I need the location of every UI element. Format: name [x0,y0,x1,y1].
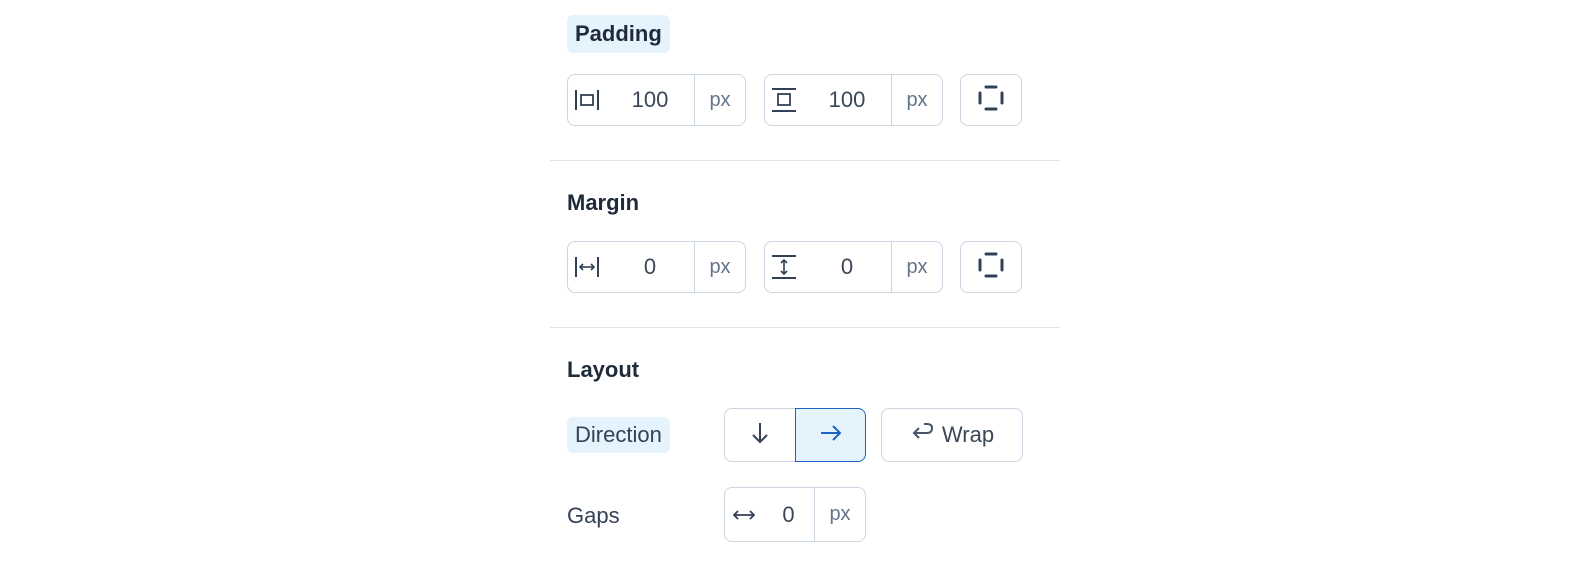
divider [550,160,1060,161]
padding-vertical-icon [765,75,803,125]
gap-field[interactable]: 0 px [724,487,866,542]
padding-vertical-value[interactable]: 100 [803,75,891,125]
margin-title: Margin [567,190,640,215]
padding-horizontal-icon [568,75,606,125]
divider [550,327,1060,328]
margin-horizontal-icon [568,242,606,292]
margin-horizontal-field[interactable]: 0 px [567,241,746,293]
direction-horizontal-button[interactable] [795,408,866,462]
arrow-right-icon [819,422,843,449]
direction-label: Direction [567,417,670,453]
margin-horizontal-value[interactable]: 0 [606,242,694,292]
padding-individual-sides-button[interactable] [960,74,1022,126]
wrap-label: Wrap [941,422,995,447]
margin-vertical-value[interactable]: 0 [803,242,891,292]
direction-toggle-group [724,408,866,462]
individual-sides-icon [978,252,1004,283]
padding-horizontal-value[interactable]: 100 [606,75,694,125]
margin-vertical-icon [765,242,803,292]
individual-sides-icon [978,85,1004,116]
padding-title: Padding [567,15,670,53]
padding-vertical-unit[interactable]: px [891,75,942,125]
layout-title: Layout [567,357,640,382]
margin-vertical-unit[interactable]: px [891,242,942,292]
direction-vertical-button[interactable] [724,408,795,462]
margin-individual-sides-button[interactable] [960,241,1022,293]
padding-horizontal-field[interactable]: 100 px [567,74,746,126]
wrap-icon [910,421,934,449]
padding-horizontal-unit[interactable]: px [694,75,745,125]
padding-vertical-field[interactable]: 100 px [764,74,943,126]
gaps-label: Gaps [567,503,620,528]
gap-unit[interactable]: px [814,488,865,541]
horizontal-gap-icon [725,488,763,541]
wrap-button[interactable]: Wrap [881,408,1023,462]
gap-value[interactable]: 0 [763,488,814,541]
arrow-down-icon [749,421,771,450]
margin-vertical-field[interactable]: 0 px [764,241,943,293]
margin-horizontal-unit[interactable]: px [694,242,745,292]
properties-panel: Padding 100 px 100 px Margin 0 px 0 px L… [550,0,1060,562]
